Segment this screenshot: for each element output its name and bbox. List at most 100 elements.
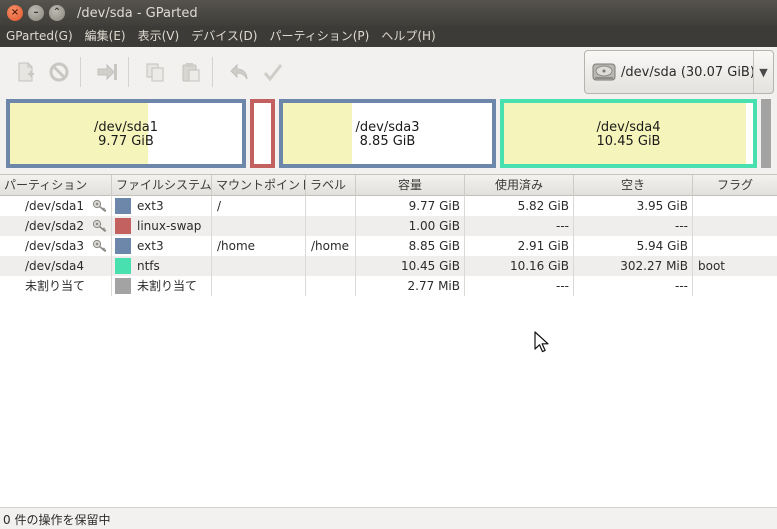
size-value: 10.45 GiB bbox=[400, 259, 460, 273]
filesystem-color-swatch bbox=[115, 238, 131, 254]
used-value: --- bbox=[556, 279, 569, 293]
cell-used: 5.82 GiB bbox=[465, 196, 574, 216]
new-partition-icon bbox=[18, 62, 34, 82]
cell-label bbox=[306, 196, 356, 216]
size-value: 9.77 GiB bbox=[408, 199, 460, 213]
partition-block-sda2[interactable] bbox=[250, 99, 275, 168]
column-header-flags[interactable]: フラグ bbox=[693, 175, 777, 196]
pending-operations-status: 0 件の操作を保留中 bbox=[3, 513, 111, 527]
table-row[interactable]: /dev/sda4 ntfs 10.45 GiB 10.16 GiB 302.27 Mi… bbox=[0, 256, 777, 276]
table-row[interactable]: /dev/sda3 ext3/home/home 8.85 GiB 2.91 GiB 5… bbox=[0, 236, 777, 256]
new-partition-button[interactable] bbox=[12, 59, 38, 85]
chevron-down-icon[interactable]: ▼ bbox=[753, 51, 773, 93]
menu-device[interactable]: デバイス(D) bbox=[185, 26, 263, 47]
table-row[interactable]: 未割り当て 未割り当て 2.77 MiB --- --- bbox=[0, 276, 777, 296]
partition-name: /dev/sda3 bbox=[25, 239, 85, 253]
cell-label bbox=[306, 216, 356, 236]
table-row[interactable]: /dev/sda1 ext3 / 9.77 GiB 5.82 GiB 3.95 GiB bbox=[0, 196, 777, 216]
cell-partition: /dev/sda4 bbox=[0, 256, 112, 276]
column-header-used[interactable]: 使用済み bbox=[465, 175, 574, 196]
paste-button[interactable] bbox=[178, 59, 204, 85]
close-window-button[interactable]: × bbox=[7, 5, 23, 21]
cell-free: --- bbox=[574, 276, 693, 296]
cell-label bbox=[306, 256, 356, 276]
partition-block-sda1[interactable]: /dev/sda1 9.77 GiB bbox=[6, 99, 246, 168]
column-header-partition[interactable]: パーティション bbox=[0, 175, 112, 196]
cell-free: 302.27 MiB bbox=[574, 256, 693, 276]
cell-flags bbox=[693, 276, 777, 296]
flags-value: boot bbox=[698, 259, 726, 273]
partition-block-sda4[interactable]: /dev/sda4 10.45 GiB bbox=[500, 99, 757, 168]
paste-icon bbox=[182, 63, 200, 82]
device-selector[interactable]: /dev/sda (30.07 GiB) ▼ bbox=[584, 50, 774, 94]
partition-block-sda3[interactable]: /dev/sda3 8.85 GiB bbox=[279, 99, 496, 168]
column-header-free[interactable]: 空き bbox=[574, 175, 693, 196]
mouse-cursor-icon bbox=[534, 331, 549, 353]
partition-block-label: /dev/sda1 9.77 GiB bbox=[10, 121, 242, 149]
used-value: 2.91 GiB bbox=[517, 239, 569, 253]
menu-edit[interactable]: 編集(E) bbox=[79, 26, 132, 47]
partition-block-label: /dev/sda3 8.85 GiB bbox=[283, 121, 492, 149]
cell-mount bbox=[212, 276, 306, 296]
filesystem-name: linux-swap bbox=[137, 219, 202, 233]
maximize-window-button[interactable]: ⌃ bbox=[49, 5, 65, 21]
resize-move-icon bbox=[97, 63, 117, 81]
used-value: --- bbox=[556, 219, 569, 233]
label-value: /home bbox=[311, 239, 350, 253]
undo-icon bbox=[230, 63, 248, 80]
minimize-window-button[interactable]: – bbox=[28, 5, 44, 21]
partition-name: /dev/sda2 bbox=[25, 219, 85, 233]
apply-button[interactable] bbox=[260, 59, 286, 85]
cell-filesystem: 未割り当て bbox=[112, 276, 212, 296]
partition-block-size: 8.85 GiB bbox=[359, 134, 416, 149]
column-header-size[interactable]: 容量 bbox=[356, 175, 465, 196]
cell-mount: /home bbox=[212, 236, 306, 256]
menu-partition[interactable]: パーティション(P) bbox=[263, 26, 375, 47]
partition-block-size: 9.77 GiB bbox=[98, 134, 154, 149]
partition-map: /dev/sda1 9.77 GiB /dev/sda3 8.85 GiB /d… bbox=[0, 97, 777, 172]
used-value: 5.82 GiB bbox=[517, 199, 569, 213]
title-bar: × – ⌃ /dev/sda - GParted bbox=[0, 0, 777, 26]
cell-free: 3.95 GiB bbox=[574, 196, 693, 216]
status-bar: 0 件の操作を保留中 bbox=[0, 507, 777, 529]
filesystem-color-swatch bbox=[115, 218, 131, 234]
cell-label: /home bbox=[306, 236, 356, 256]
filesystem-color-swatch bbox=[115, 258, 131, 274]
unallocated-block[interactable] bbox=[761, 99, 771, 168]
free-value: 5.94 GiB bbox=[636, 239, 688, 253]
cell-partition: /dev/sda3 bbox=[0, 236, 112, 256]
resize-move-button[interactable] bbox=[94, 59, 120, 85]
cell-flags bbox=[693, 196, 777, 216]
partition-name: 未割り当て bbox=[25, 279, 86, 293]
cell-filesystem: ntfs bbox=[112, 256, 212, 276]
key-icon bbox=[92, 239, 107, 253]
table-row[interactable]: /dev/sda2 linux-swap 1.00 GiB --- --- bbox=[0, 216, 777, 236]
partition-block-name: /dev/sda4 bbox=[596, 120, 661, 135]
toolbar-separator bbox=[80, 57, 81, 87]
partition-block-label: /dev/sda4 10.45 GiB bbox=[504, 121, 753, 149]
cell-flags bbox=[693, 236, 777, 256]
partition-block-name: /dev/sda1 bbox=[94, 120, 158, 135]
free-value: --- bbox=[675, 219, 688, 233]
menu-gparted[interactable]: GParted(G) bbox=[0, 26, 79, 47]
cell-mount: / bbox=[212, 196, 306, 216]
menu-help[interactable]: ヘルプ(H) bbox=[375, 26, 441, 47]
column-header-mountpoint[interactable]: マウントポイント bbox=[212, 175, 306, 196]
cell-size: 9.77 GiB bbox=[356, 196, 465, 216]
copy-button[interactable] bbox=[142, 59, 168, 85]
column-header-filesystem[interactable]: ファイルシステム bbox=[112, 175, 212, 196]
filesystem-name: 未割り当て bbox=[137, 279, 198, 293]
partition-block-name: /dev/sda3 bbox=[355, 120, 420, 135]
size-value: 1.00 GiB bbox=[408, 219, 460, 233]
column-header-label[interactable]: ラベル bbox=[306, 175, 356, 196]
partition-block-size: 10.45 GiB bbox=[596, 134, 661, 149]
delete-button[interactable] bbox=[46, 59, 72, 85]
menu-view[interactable]: 表示(V) bbox=[132, 26, 186, 47]
cell-used: 2.91 GiB bbox=[465, 236, 574, 256]
partition-name: /dev/sda1 bbox=[25, 199, 85, 213]
filesystem-color-swatch bbox=[115, 278, 131, 294]
cell-partition: /dev/sda2 bbox=[0, 216, 112, 236]
mount-value: / bbox=[217, 199, 222, 213]
cell-size: 1.00 GiB bbox=[356, 216, 465, 236]
undo-button[interactable] bbox=[226, 59, 252, 85]
